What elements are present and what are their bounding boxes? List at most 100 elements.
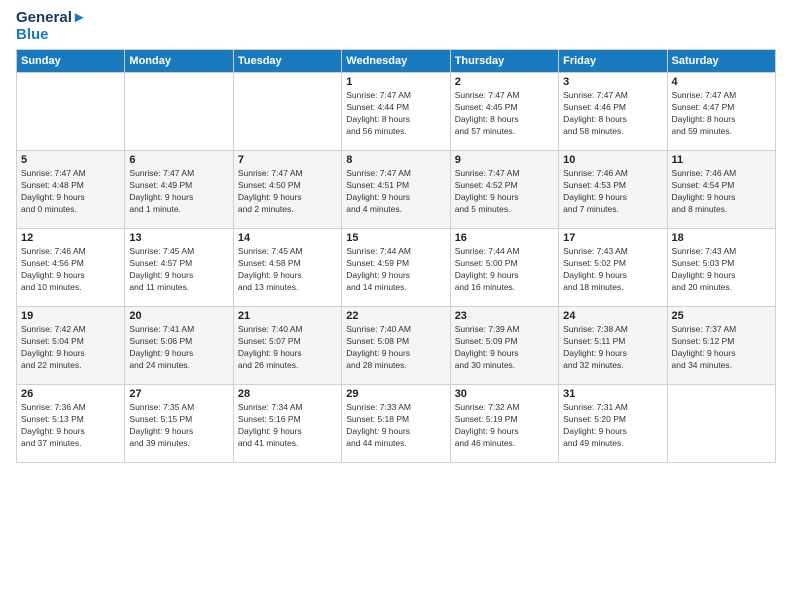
day-number: 2 <box>455 76 554 88</box>
calendar-cell: 3 Sunrise: 7:47 AM Sunset: 4:46 PM Daylig… <box>559 73 667 151</box>
calendar-cell: 29 Sunrise: 7:33 AM Sunset: 5:18 PM Dayli… <box>342 385 450 463</box>
day-info: Sunrise: 7:47 AM Sunset: 4:47 PM Dayligh… <box>672 90 771 138</box>
day-number: 24 <box>563 310 662 322</box>
header-day-thursday: Thursday <box>450 50 558 73</box>
day-number: 10 <box>563 154 662 166</box>
calendar-cell: 21 Sunrise: 7:40 AM Sunset: 5:07 PM Dayli… <box>233 307 341 385</box>
day-number: 15 <box>346 232 445 244</box>
header-day-wednesday: Wednesday <box>342 50 450 73</box>
day-number: 22 <box>346 310 445 322</box>
calendar-cell: 20 Sunrise: 7:41 AM Sunset: 5:06 PM Dayli… <box>125 307 233 385</box>
calendar-cell: 14Sunrise: 7:45 AM Sunset: 4:58 PM Dayli… <box>233 229 341 307</box>
day-info: Sunrise: 7:43 AM Sunset: 5:02 PM Dayligh… <box>563 246 662 294</box>
calendar-week-row: 26 Sunrise: 7:36 AM Sunset: 5:13 PM Dayli… <box>17 385 776 463</box>
day-info: Sunrise: 7:37 AM Sunset: 5:12 PM Dayligh… <box>672 324 771 372</box>
calendar-cell <box>125 73 233 151</box>
day-info: Sunrise: 7:31 AM Sunset: 5:20 PM Dayligh… <box>563 402 662 450</box>
calendar-cell: 23 Sunrise: 7:39 AM Sunset: 5:09 PM Dayli… <box>450 307 558 385</box>
day-info: Sunrise: 7:47 AM Sunset: 4:51 PM Dayligh… <box>346 168 445 216</box>
day-info: Sunrise: 7:33 AM Sunset: 5:18 PM Dayligh… <box>346 402 445 450</box>
calendar-cell: 15 Sunrise: 7:44 AM Sunset: 4:59 PM Dayli… <box>342 229 450 307</box>
day-info: Sunrise: 7:47 AM Sunset: 4:50 PM Dayligh… <box>238 168 337 216</box>
header-day-tuesday: Tuesday <box>233 50 341 73</box>
day-info: Sunrise: 7:39 AM Sunset: 5:09 PM Dayligh… <box>455 324 554 372</box>
calendar-cell: 24 Sunrise: 7:38 AM Sunset: 5:11 PM Dayli… <box>559 307 667 385</box>
calendar-cell: 16Sunrise: 7:44 AM Sunset: 5:00 PM Dayli… <box>450 229 558 307</box>
page-container: General► Blue SundayMondayTuesdayWednesd… <box>0 0 792 469</box>
day-number: 5 <box>21 154 120 166</box>
calendar-cell: 8 Sunrise: 7:47 AM Sunset: 4:51 PM Daylig… <box>342 151 450 229</box>
day-info: Sunrise: 7:42 AM Sunset: 5:04 PM Dayligh… <box>21 324 120 372</box>
header-day-friday: Friday <box>559 50 667 73</box>
calendar-cell: 30 Sunrise: 7:32 AM Sunset: 5:19 PM Dayli… <box>450 385 558 463</box>
day-number: 27 <box>129 388 228 400</box>
calendar-cell <box>667 385 775 463</box>
day-info: Sunrise: 7:47 AM Sunset: 4:46 PM Dayligh… <box>563 90 662 138</box>
day-number: 12 <box>21 232 120 244</box>
calendar-cell <box>17 73 125 151</box>
calendar-cell: 31Sunrise: 7:31 AM Sunset: 5:20 PM Dayli… <box>559 385 667 463</box>
day-info: Sunrise: 7:47 AM Sunset: 4:44 PM Dayligh… <box>346 90 445 138</box>
day-number: 19 <box>21 310 120 322</box>
day-number: 29 <box>346 388 445 400</box>
day-info: Sunrise: 7:47 AM Sunset: 4:45 PM Dayligh… <box>455 90 554 138</box>
logo-blue: Blue <box>16 27 87 44</box>
day-number: 6 <box>129 154 228 166</box>
day-info: Sunrise: 7:41 AM Sunset: 5:06 PM Dayligh… <box>129 324 228 372</box>
header-day-monday: Monday <box>125 50 233 73</box>
calendar-cell: 10Sunrise: 7:46 AM Sunset: 4:53 PM Dayli… <box>559 151 667 229</box>
calendar-week-row: 1 Sunrise: 7:47 AM Sunset: 4:44 PM Daylig… <box>17 73 776 151</box>
day-number: 20 <box>129 310 228 322</box>
day-number: 13 <box>129 232 228 244</box>
day-info: Sunrise: 7:38 AM Sunset: 5:11 PM Dayligh… <box>563 324 662 372</box>
calendar-cell: 2 Sunrise: 7:47 AM Sunset: 4:45 PM Daylig… <box>450 73 558 151</box>
calendar-cell: 22 Sunrise: 7:40 AM Sunset: 5:08 PM Dayli… <box>342 307 450 385</box>
calendar-cell: 12 Sunrise: 7:46 AM Sunset: 4:56 PM Dayli… <box>17 229 125 307</box>
day-info: Sunrise: 7:44 AM Sunset: 5:00 PM Dayligh… <box>455 246 554 294</box>
calendar-cell: 28 Sunrise: 7:34 AM Sunset: 5:16 PM Dayli… <box>233 385 341 463</box>
calendar-header-row: SundayMondayTuesdayWednesdayThursdayFrid… <box>17 50 776 73</box>
calendar-cell: 27Sunrise: 7:35 AM Sunset: 5:15 PM Dayli… <box>125 385 233 463</box>
day-number: 3 <box>563 76 662 88</box>
day-number: 23 <box>455 310 554 322</box>
calendar-cell: 26 Sunrise: 7:36 AM Sunset: 5:13 PM Dayli… <box>17 385 125 463</box>
calendar-cell: 4Sunrise: 7:47 AM Sunset: 4:47 PM Daylig… <box>667 73 775 151</box>
day-number: 7 <box>238 154 337 166</box>
calendar-cell: 19 Sunrise: 7:42 AM Sunset: 5:04 PM Dayli… <box>17 307 125 385</box>
calendar-cell: 17 Sunrise: 7:43 AM Sunset: 5:02 PM Dayli… <box>559 229 667 307</box>
day-info: Sunrise: 7:47 AM Sunset: 4:52 PM Dayligh… <box>455 168 554 216</box>
day-number: 25 <box>672 310 771 322</box>
day-info: Sunrise: 7:34 AM Sunset: 5:16 PM Dayligh… <box>238 402 337 450</box>
day-info: Sunrise: 7:46 AM Sunset: 4:54 PM Dayligh… <box>672 168 771 216</box>
day-number: 1 <box>346 76 445 88</box>
calendar-table: SundayMondayTuesdayWednesdayThursdayFrid… <box>16 49 776 463</box>
calendar-cell: 9 Sunrise: 7:47 AM Sunset: 4:52 PM Daylig… <box>450 151 558 229</box>
calendar-cell: 7 Sunrise: 7:47 AM Sunset: 4:50 PM Daylig… <box>233 151 341 229</box>
day-number: 8 <box>346 154 445 166</box>
calendar-cell: 6 Sunrise: 7:47 AM Sunset: 4:49 PM Daylig… <box>125 151 233 229</box>
day-info: Sunrise: 7:40 AM Sunset: 5:08 PM Dayligh… <box>346 324 445 372</box>
day-number: 30 <box>455 388 554 400</box>
header: General► Blue <box>16 10 776 43</box>
day-number: 26 <box>21 388 120 400</box>
logo: General► Blue <box>16 10 87 43</box>
day-number: 18 <box>672 232 771 244</box>
calendar-week-row: 19 Sunrise: 7:42 AM Sunset: 5:04 PM Dayli… <box>17 307 776 385</box>
day-info: Sunrise: 7:47 AM Sunset: 4:49 PM Dayligh… <box>129 168 228 216</box>
calendar-cell: 1 Sunrise: 7:47 AM Sunset: 4:44 PM Daylig… <box>342 73 450 151</box>
day-info: Sunrise: 7:47 AM Sunset: 4:48 PM Dayligh… <box>21 168 120 216</box>
day-number: 14 <box>238 232 337 244</box>
day-number: 9 <box>455 154 554 166</box>
day-number: 17 <box>563 232 662 244</box>
day-info: Sunrise: 7:46 AM Sunset: 4:56 PM Dayligh… <box>21 246 120 294</box>
logo-text: General► Blue <box>16 10 87 43</box>
logo-general: General► <box>16 10 87 27</box>
day-info: Sunrise: 7:44 AM Sunset: 4:59 PM Dayligh… <box>346 246 445 294</box>
day-number: 28 <box>238 388 337 400</box>
day-info: Sunrise: 7:40 AM Sunset: 5:07 PM Dayligh… <box>238 324 337 372</box>
day-info: Sunrise: 7:36 AM Sunset: 5:13 PM Dayligh… <box>21 402 120 450</box>
header-day-sunday: Sunday <box>17 50 125 73</box>
day-info: Sunrise: 7:32 AM Sunset: 5:19 PM Dayligh… <box>455 402 554 450</box>
day-number: 21 <box>238 310 337 322</box>
calendar-cell: 18Sunrise: 7:43 AM Sunset: 5:03 PM Dayli… <box>667 229 775 307</box>
